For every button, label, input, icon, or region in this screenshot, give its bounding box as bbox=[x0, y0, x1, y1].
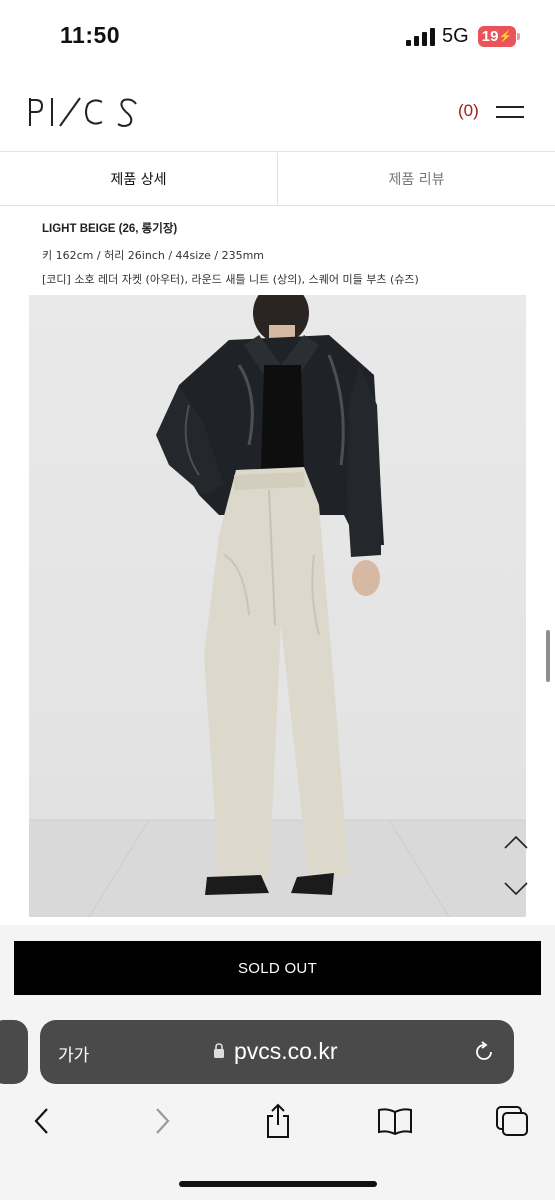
tab-product-detail[interactable]: 제품 상세 bbox=[0, 153, 277, 205]
sold-out-button[interactable]: SOLD OUT bbox=[14, 941, 541, 995]
back-icon bbox=[34, 1108, 48, 1134]
product-color-size: LIGHT BEIGE (26, 롱기장) bbox=[42, 223, 178, 235]
model-size-info: 키 162cm / 허리 26inch / 44size / 235mm bbox=[42, 249, 265, 262]
forward-icon bbox=[156, 1108, 170, 1134]
back-button[interactable] bbox=[22, 1103, 62, 1139]
share-button[interactable] bbox=[258, 1103, 298, 1139]
product-tabs: 제품 상세 제품 리뷰 bbox=[0, 153, 555, 206]
text-size-button[interactable]: 가가 bbox=[58, 1041, 89, 1066]
brand-logo[interactable] bbox=[28, 94, 140, 130]
signal-icon bbox=[406, 28, 435, 46]
reload-icon[interactable] bbox=[472, 1040, 496, 1064]
coordination-info: [코디] 소호 레더 자켓 (아우터), 라운드 새틀 니트 (상의), 스퀘어… bbox=[42, 273, 419, 286]
previous-tab-preview[interactable] bbox=[0, 1020, 28, 1084]
battery-level: 19 bbox=[481, 28, 499, 45]
bookmarks-button[interactable] bbox=[375, 1103, 415, 1139]
product-info: LIGHT BEIGE (26, 롱기장) 키 162cm / 허리 26inc… bbox=[42, 220, 522, 287]
model-illustration bbox=[29, 295, 526, 917]
cart-count[interactable]: (0) bbox=[458, 101, 479, 121]
site-header: (0) bbox=[0, 72, 555, 152]
menu-icon[interactable] bbox=[496, 102, 524, 122]
network-type: 5G bbox=[442, 25, 469, 47]
address-bar[interactable]: 가가 pvcs.co.kr bbox=[40, 1020, 514, 1084]
url-text[interactable]: pvcs.co.kr bbox=[234, 1038, 338, 1065]
forward-button[interactable] bbox=[142, 1103, 182, 1139]
chevron-down-icon[interactable] bbox=[503, 881, 529, 897]
tabs-icon bbox=[496, 1106, 528, 1136]
share-icon bbox=[267, 1103, 289, 1138]
status-time: 11:50 bbox=[60, 22, 121, 48]
tabs-button[interactable] bbox=[492, 1103, 532, 1139]
product-photo bbox=[29, 295, 526, 917]
lock-icon bbox=[214, 1043, 224, 1058]
battery-icon: 19 ⚡ bbox=[478, 26, 520, 47]
status-bar: 11:50 5G 19 ⚡ bbox=[0, 0, 555, 70]
tab-product-review[interactable]: 제품 리뷰 bbox=[277, 153, 555, 205]
home-indicator[interactable] bbox=[179, 1181, 377, 1187]
chevron-up-icon[interactable] bbox=[503, 834, 529, 850]
bookmarks-icon bbox=[378, 1108, 412, 1135]
scroll-indicator[interactable] bbox=[546, 630, 550, 682]
